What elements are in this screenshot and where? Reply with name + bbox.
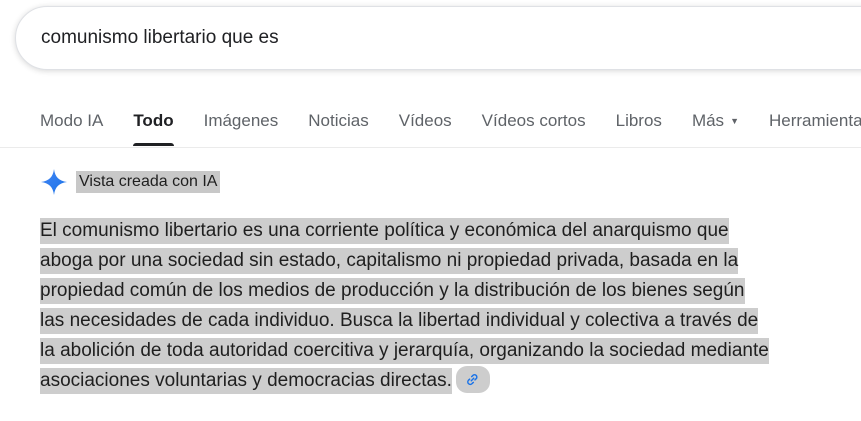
ai-text-segment: la abolición de toda autoridad coercitiv…	[40, 338, 769, 364]
tab-label: Vídeos cortos	[481, 111, 586, 130]
tab-videos-cortos[interactable]: Vídeos cortos	[482, 100, 586, 146]
tab-herramientas[interactable]: Herramientas	[769, 100, 861, 146]
tab-label: Vídeos	[398, 111, 452, 130]
tab-label: Herramientas	[768, 111, 861, 130]
ai-overview-title: Vista creada con IA	[76, 171, 221, 193]
source-link-chip[interactable]	[455, 366, 490, 394]
ai-text-segment: El comunismo libertario es una corriente…	[40, 218, 729, 244]
tab-mas[interactable]: Más ▼	[692, 100, 739, 146]
tab-noticias[interactable]: Noticias	[308, 100, 368, 146]
ai-text-line: asociaciones voluntarias y democracias d…	[40, 366, 840, 396]
tab-libros[interactable]: Libros	[616, 100, 662, 146]
ai-text-line: aboga por una sociedad sin estado, capit…	[40, 246, 840, 276]
link-icon	[467, 374, 478, 386]
tab-label: Libros	[615, 111, 662, 130]
ai-text-line: la abolición de toda autoridad coercitiv…	[40, 336, 840, 366]
ai-text-segment: las necesidades de cada individuo. Busca…	[40, 308, 759, 334]
tab-modo-ia[interactable]: Modo IA	[40, 100, 103, 146]
tab-label: Noticias	[308, 111, 369, 130]
tab-imagenes[interactable]: Imágenes	[204, 100, 279, 146]
tab-label: Más	[691, 111, 725, 130]
ai-text-segment: asociaciones voluntarias y democracias d…	[40, 368, 452, 394]
ai-text-line: El comunismo libertario es una corriente…	[40, 216, 840, 246]
ai-overview-header: Vista creada con IA	[40, 168, 221, 196]
caret-down-icon: ▼	[730, 116, 739, 126]
ai-overview-text: El comunismo libertario es una corriente…	[40, 216, 840, 396]
tab-label: Todo	[133, 111, 174, 130]
ai-text-segment: aboga por una sociedad sin estado, capit…	[40, 248, 739, 274]
search-input[interactable]	[41, 7, 841, 69]
tabs-divider	[0, 147, 861, 148]
tab-todo[interactable]: Todo	[133, 100, 174, 146]
sparkle-icon	[41, 169, 67, 195]
search-box[interactable]	[15, 6, 861, 70]
ai-text-line: las necesidades de cada individuo. Busca…	[40, 306, 840, 336]
tab-label: Imágenes	[203, 111, 279, 130]
tab-videos[interactable]: Vídeos	[399, 100, 452, 146]
ai-text-segment: propiedad común de los medios de producc…	[40, 278, 745, 304]
tab-label: Modo IA	[40, 111, 104, 130]
ai-text-line: propiedad común de los medios de producc…	[40, 276, 840, 306]
search-results-page: Modo IA Todo Imágenes Noticias Vídeos Ví…	[0, 0, 861, 421]
search-tabs: Modo IA Todo Imágenes Noticias Vídeos Ví…	[40, 100, 861, 146]
